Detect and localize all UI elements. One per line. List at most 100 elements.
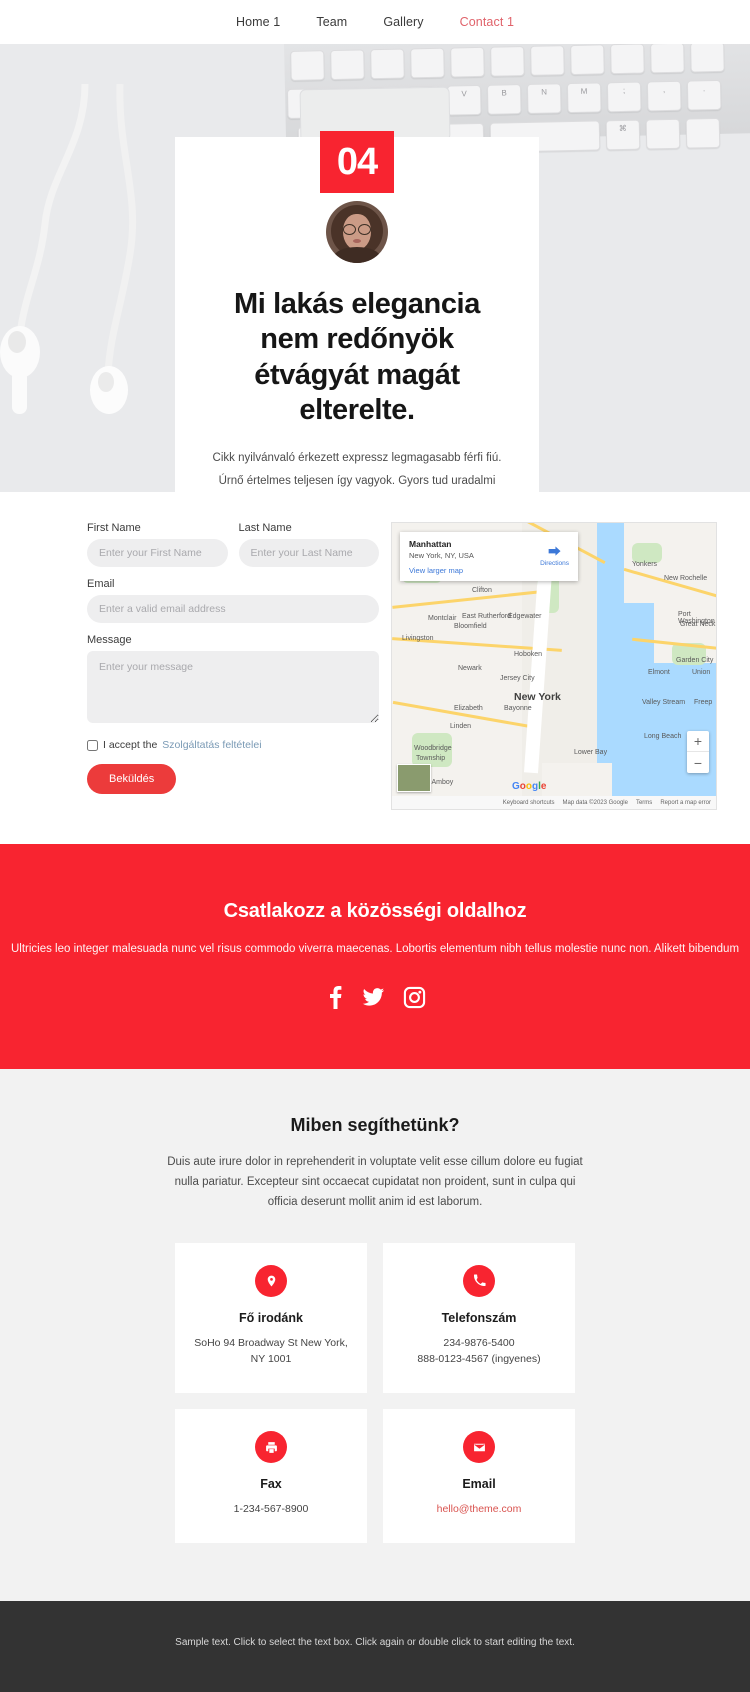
help-lead: Duis aute irure dolor in reprehenderit i…	[167, 1156, 583, 1209]
directions-icon: ⮕	[548, 544, 562, 559]
page-footer: Sample text. Click to select the text bo…	[0, 1601, 750, 1692]
hero-paragraph: Cikk nyilvánvaló érkezett expressz legma…	[212, 451, 502, 488]
card-title: Email	[462, 1477, 496, 1492]
envelope-icon	[463, 1431, 495, 1464]
contact-form: First Name Last Name Email Message I acc…	[87, 522, 379, 810]
map-label: Bloomfield	[454, 623, 487, 630]
map-label: New York	[514, 691, 561, 703]
map-label: Newark	[458, 665, 482, 672]
contact-form-section: First Name Last Name Email Message I acc…	[0, 492, 750, 844]
last-name-group: Last Name	[238, 522, 379, 567]
map-label: Long Beach	[644, 733, 682, 740]
map-label: Valley Stream	[642, 699, 686, 706]
map-label: Elmont	[648, 669, 670, 676]
map-label: Hoboken	[514, 651, 543, 658]
accept-terms-checkbox[interactable]	[87, 739, 98, 751]
message-textarea[interactable]	[87, 651, 379, 723]
email-input[interactable]	[87, 595, 379, 623]
nav-item-team[interactable]: Team	[316, 15, 347, 29]
hero-number-badge: 04	[320, 131, 394, 193]
help-section: Miben segíthetünk? Duis aute irure dolor…	[0, 1069, 750, 1602]
map-street-view-thumbnail[interactable]	[397, 764, 431, 792]
phone-icon	[463, 1264, 495, 1297]
keyboard-shortcuts-link[interactable]: Keyboard shortcuts	[503, 800, 555, 806]
hero-section: YXC VBNM ;,. ⌘ 04	[0, 44, 750, 492]
email-link[interactable]: hello@theme.com	[437, 1503, 522, 1515]
map-label: Great Neck	[680, 621, 716, 628]
terms-link-map[interactable]: Terms	[636, 800, 652, 806]
map-label: Jersey City	[500, 675, 535, 682]
email-label: Email	[87, 578, 115, 590]
map-label: Bayonne	[504, 705, 532, 712]
map-zoom-out-button[interactable]: −	[687, 752, 709, 773]
card-title: Fax	[260, 1477, 282, 1492]
map-label: East Rutherford	[462, 613, 512, 620]
google-map[interactable]: Manhattan New York, NY, USA View larger …	[391, 522, 717, 810]
card-title: Telefonszám	[441, 1310, 517, 1325]
directions-button[interactable]: ⮕ Directions	[540, 541, 569, 567]
instagram-icon[interactable]	[403, 986, 426, 1009]
social-links	[0, 985, 750, 1010]
view-larger-map-link[interactable]: View larger map	[409, 566, 569, 575]
map-label: Freep	[694, 699, 713, 706]
submit-button[interactable]: Beküldés	[87, 764, 177, 794]
map-data-text: Map data ©2023 Google	[562, 799, 628, 806]
card-title: Fő irodánk	[239, 1310, 303, 1325]
card-text: 1-234-567-8900	[233, 1503, 309, 1516]
glasses-icon	[343, 224, 371, 235]
map-label: Linden	[450, 723, 472, 730]
map-attribution-bar: Keyboard shortcuts Map data ©2023 Google…	[392, 796, 716, 809]
nav-item-contact[interactable]: Contact 1	[460, 15, 514, 29]
last-name-label: Last Name	[238, 522, 292, 534]
map-info-card: Manhattan New York, NY, USA View larger …	[400, 532, 578, 581]
keyboard-row-1	[290, 44, 725, 81]
email-group: Email	[87, 578, 379, 623]
page-root: Home 1 Team Gallery Contact 1 YXC VBNM ;…	[0, 0, 750, 1692]
map-zoom-controls[interactable]: + −	[687, 731, 709, 773]
nav-item-gallery[interactable]: Gallery	[383, 15, 423, 29]
help-title: Miben segíthetünk?	[290, 1115, 460, 1136]
message-group: Message	[87, 634, 379, 728]
card-text: SoHo 94 Broadway St New York, NY 1001	[194, 1336, 348, 1365]
footer-text: Sample text. Click to select the text bo…	[175, 1637, 575, 1649]
top-navigation: Home 1 Team Gallery Contact 1	[0, 0, 750, 44]
google-logo: Google	[512, 781, 547, 792]
last-name-input[interactable]	[238, 539, 379, 567]
accept-terms-row: I accept the Szolgáltatás feltételei	[87, 739, 379, 751]
map-label: Woodbridge	[414, 745, 452, 752]
map-label: Lower Bay	[574, 749, 608, 756]
map-label: Edgewater	[508, 613, 542, 620]
contact-card-fax: Fax 1-234-567-8900	[175, 1409, 367, 1544]
message-label: Message	[87, 634, 132, 646]
map-label: Union	[692, 669, 711, 676]
facebook-icon[interactable]	[325, 985, 344, 1010]
cta-paragraph: Ultricies leo integer malesuada nunc vel…	[10, 943, 740, 955]
map-label: Clifton	[472, 587, 492, 594]
contact-card-office: Fő irodánk SoHo 94 Broadway St New York,…	[175, 1242, 367, 1394]
map-label: Livingston	[402, 635, 434, 642]
nav-item-home[interactable]: Home 1	[236, 15, 280, 29]
report-map-error-link[interactable]: Report a map error	[660, 800, 711, 806]
contact-card-email: Email hello@theme.com	[383, 1409, 575, 1544]
social-cta-section: Csatlakozz a közösségi oldalhoz Ultricie…	[0, 844, 750, 1070]
terms-link[interactable]: Szolgáltatás feltételei	[162, 739, 261, 751]
first-name-input[interactable]	[87, 539, 228, 567]
map-label: t Amboy	[428, 779, 454, 786]
map-label: Township	[416, 755, 446, 762]
map-label: Yonkers	[632, 561, 658, 568]
card-text: 234-9876-5400 888-0123-4567 (ingyenes)	[417, 1336, 541, 1365]
contact-card-phone: Telefonszám 234-9876-5400 888-0123-4567 …	[383, 1242, 575, 1394]
map-zoom-in-button[interactable]: +	[687, 731, 709, 752]
contact-cards: Fő irodánk SoHo 94 Broadway St New York,…	[175, 1242, 575, 1544]
directions-label: Directions	[540, 560, 569, 567]
twitter-icon[interactable]	[362, 985, 385, 1009]
map-label: Montclair	[428, 615, 457, 622]
map-label: Elizabeth	[454, 705, 483, 712]
cta-title: Csatlakozz a közösségi oldalhoz	[223, 900, 527, 922]
first-name-label: First Name	[87, 522, 141, 534]
map-label: Garden City	[676, 657, 714, 664]
card-text: hello@theme.com	[399, 1501, 559, 1517]
earbuds-graphic	[0, 84, 137, 414]
hero-title: Mi lakás elegancia nem redőnyök étvágyát…	[234, 288, 480, 427]
location-pin-icon	[255, 1264, 287, 1297]
